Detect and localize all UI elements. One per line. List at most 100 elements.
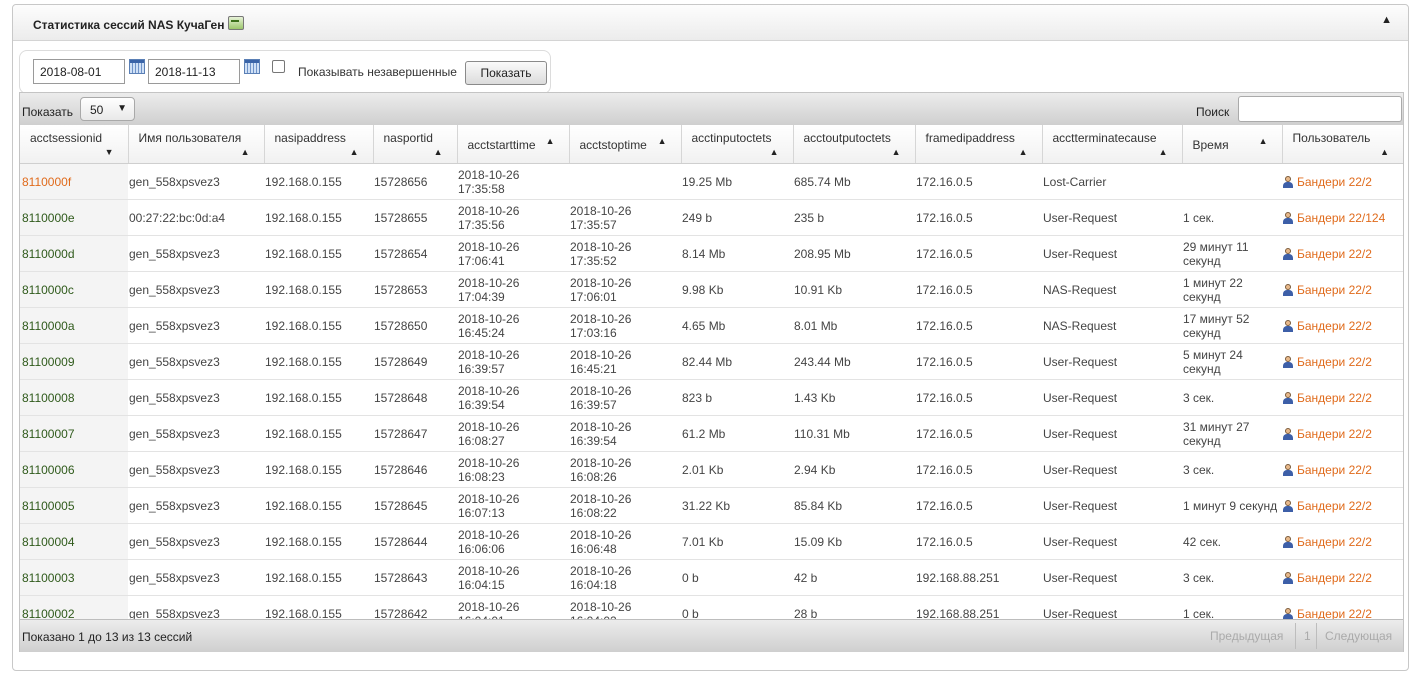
session-id-cell: 81100006 xyxy=(20,451,128,488)
col-acctoutputoctets[interactable]: acctoutputoctets ▲ xyxy=(793,125,916,164)
next-page-button[interactable]: Следующая xyxy=(1325,623,1392,649)
col-client[interactable]: Пользователь ▲ xyxy=(1282,125,1403,164)
table-row: 8110000f gen_558xpsvez3 192.168.0.155 15728… xyxy=(20,163,1403,200)
session-id-link[interactable]: 8110000e xyxy=(22,211,75,225)
input-octets-cell: 0 b xyxy=(681,559,793,596)
session-id-link[interactable]: 81100004 xyxy=(22,535,75,549)
nas-port-cell: 15728654 xyxy=(373,235,457,272)
sort-asc-icon: ▲ xyxy=(769,147,779,157)
col-acctinputoctets[interactable]: acctinputoctets ▲ xyxy=(681,125,794,164)
nas-device-icon xyxy=(228,16,245,30)
nas-ip-cell: 192.168.0.155 xyxy=(264,343,373,380)
user-icon xyxy=(1283,499,1293,512)
session-id-link[interactable]: 81100005 xyxy=(22,499,75,513)
nas-port-cell: 15728656 xyxy=(373,163,457,200)
output-octets-cell: 8.01 Mb xyxy=(793,307,915,344)
calendar-to-icon[interactable] xyxy=(244,59,260,74)
col-acctstarttime[interactable]: acctstarttime ▲ xyxy=(457,125,570,164)
col-username[interactable]: Имя пользователя ▲ xyxy=(128,125,265,164)
user-icon xyxy=(1283,391,1293,404)
username-cell: 00:27:22:bc:0d:a4 xyxy=(128,199,264,236)
table-header-row: acctsessionid ▼ Имя пользователя ▲ nasipad… xyxy=(20,125,1403,164)
framed-ip-cell: 172.16.0.5 xyxy=(915,271,1042,308)
duration-cell xyxy=(1182,163,1282,200)
session-id-link[interactable]: 8110000a xyxy=(22,319,75,333)
search-input[interactable] xyxy=(1238,96,1402,122)
client-link[interactable]: Бандери 22/2 xyxy=(1297,391,1372,405)
page-length-select[interactable]: 50 ▼ xyxy=(80,97,135,121)
collapse-triangle-icon[interactable]: ▲ xyxy=(1381,14,1392,26)
start-time-cell: 2018-10-26 16:45:24 xyxy=(457,307,569,344)
session-id-link[interactable]: 81100008 xyxy=(22,391,75,405)
terminate-cause-cell: User-Request xyxy=(1042,343,1182,380)
sort-asc-icon: ▲ xyxy=(657,136,667,146)
sort-asc-icon: ▲ xyxy=(1158,147,1168,157)
user-icon xyxy=(1283,463,1293,476)
nas-port-cell: 15728653 xyxy=(373,271,457,308)
client-link[interactable]: Бандери 22/2 xyxy=(1297,247,1372,261)
session-id-link[interactable]: 81100007 xyxy=(22,427,75,441)
start-time-cell: 2018-10-26 17:06:41 xyxy=(457,235,569,272)
nas-ip-cell: 192.168.0.155 xyxy=(264,163,373,200)
session-id-link[interactable]: 81100009 xyxy=(22,355,75,369)
client-cell: Бандери 22/124 xyxy=(1282,199,1403,236)
col-framedipaddress[interactable]: framedipaddress ▲ xyxy=(915,125,1043,164)
col-acctterminatecause[interactable]: acctterminatecause ▲ xyxy=(1042,125,1183,164)
client-link[interactable]: Бандери 22/2 xyxy=(1297,535,1372,549)
output-octets-cell: 243.44 Mb xyxy=(793,343,915,380)
client-cell: Бандери 22/2 xyxy=(1282,235,1403,272)
input-octets-cell: 61.2 Mb xyxy=(681,415,793,452)
username-cell: gen_558xpsvez3 xyxy=(128,307,264,344)
sort-asc-icon: ▲ xyxy=(891,147,901,157)
framed-ip-cell: 172.16.0.5 xyxy=(915,235,1042,272)
username-cell: gen_558xpsvez3 xyxy=(128,415,264,452)
output-octets-cell: 85.84 Kb xyxy=(793,487,915,524)
session-id-link[interactable]: 8110000d xyxy=(22,247,75,261)
duration-cell: 1 сек. xyxy=(1182,199,1282,236)
date-to-input[interactable] xyxy=(148,59,240,84)
input-octets-cell: 7.01 Kb xyxy=(681,523,793,560)
client-link[interactable]: Бандери 22/2 xyxy=(1297,319,1372,333)
session-id-cell: 8110000e xyxy=(20,199,128,236)
client-link[interactable]: Бандери 22/2 xyxy=(1297,355,1372,369)
terminate-cause-cell: User-Request xyxy=(1042,487,1182,524)
client-link[interactable]: Бандери 22/2 xyxy=(1297,571,1372,585)
terminate-cause-cell: User-Request xyxy=(1042,523,1182,560)
client-cell: Бандери 22/2 xyxy=(1282,379,1403,416)
client-link[interactable]: Бандери 22/2 xyxy=(1297,463,1372,477)
show-button[interactable]: Показать xyxy=(465,61,547,85)
date-from-input[interactable] xyxy=(33,59,125,84)
client-link[interactable]: Бандери 22/2 xyxy=(1297,283,1372,297)
client-link[interactable]: Бандери 22/2 xyxy=(1297,175,1372,189)
output-octets-cell: 42 b xyxy=(793,559,915,596)
client-link[interactable]: Бандери 22/2 xyxy=(1297,427,1372,441)
table-toolbar-top: Показать 50 ▼ Поиск xyxy=(20,93,1403,126)
nas-ip-cell: 192.168.0.155 xyxy=(264,559,373,596)
page-1-button[interactable]: 1 xyxy=(1304,623,1311,649)
stop-time-cell: 2018-10-26 17:35:52 xyxy=(569,235,681,272)
session-id-link[interactable]: 81100003 xyxy=(22,571,75,585)
client-cell: Бандери 22/2 xyxy=(1282,415,1403,452)
col-nasportid[interactable]: nasportid ▲ xyxy=(373,125,458,164)
username-cell: gen_558xpsvez3 xyxy=(128,487,264,524)
col-acctsessionid[interactable]: acctsessionid ▼ xyxy=(20,125,129,164)
stop-time-cell: 2018-10-26 17:06:01 xyxy=(569,271,681,308)
stop-time-cell: 2018-10-26 16:45:21 xyxy=(569,343,681,380)
col-nasipaddress[interactable]: nasipaddress ▲ xyxy=(264,125,374,164)
duration-cell: 3 сек. xyxy=(1182,379,1282,416)
session-id-link[interactable]: 81100006 xyxy=(22,463,75,477)
framed-ip-cell: 172.16.0.5 xyxy=(915,487,1042,524)
stop-time-cell xyxy=(569,163,681,200)
calendar-from-icon[interactable] xyxy=(129,59,145,74)
duration-cell: 3 сек. xyxy=(1182,559,1282,596)
col-duration[interactable]: Время ▲ xyxy=(1182,125,1283,164)
show-unfinished-checkbox[interactable] xyxy=(272,60,285,73)
col-acctstoptime[interactable]: acctstoptime ▲ xyxy=(569,125,682,164)
client-link[interactable]: Бандери 22/2 xyxy=(1297,499,1372,513)
session-id-link[interactable]: 8110000c xyxy=(22,283,74,297)
prev-page-button[interactable]: Предыдущая xyxy=(1210,623,1283,649)
nas-ip-cell: 192.168.0.155 xyxy=(264,379,373,416)
session-id-link[interactable]: 8110000f xyxy=(22,175,71,189)
client-link[interactable]: Бандери 22/124 xyxy=(1297,211,1385,225)
sort-asc-icon: ▲ xyxy=(240,147,250,157)
